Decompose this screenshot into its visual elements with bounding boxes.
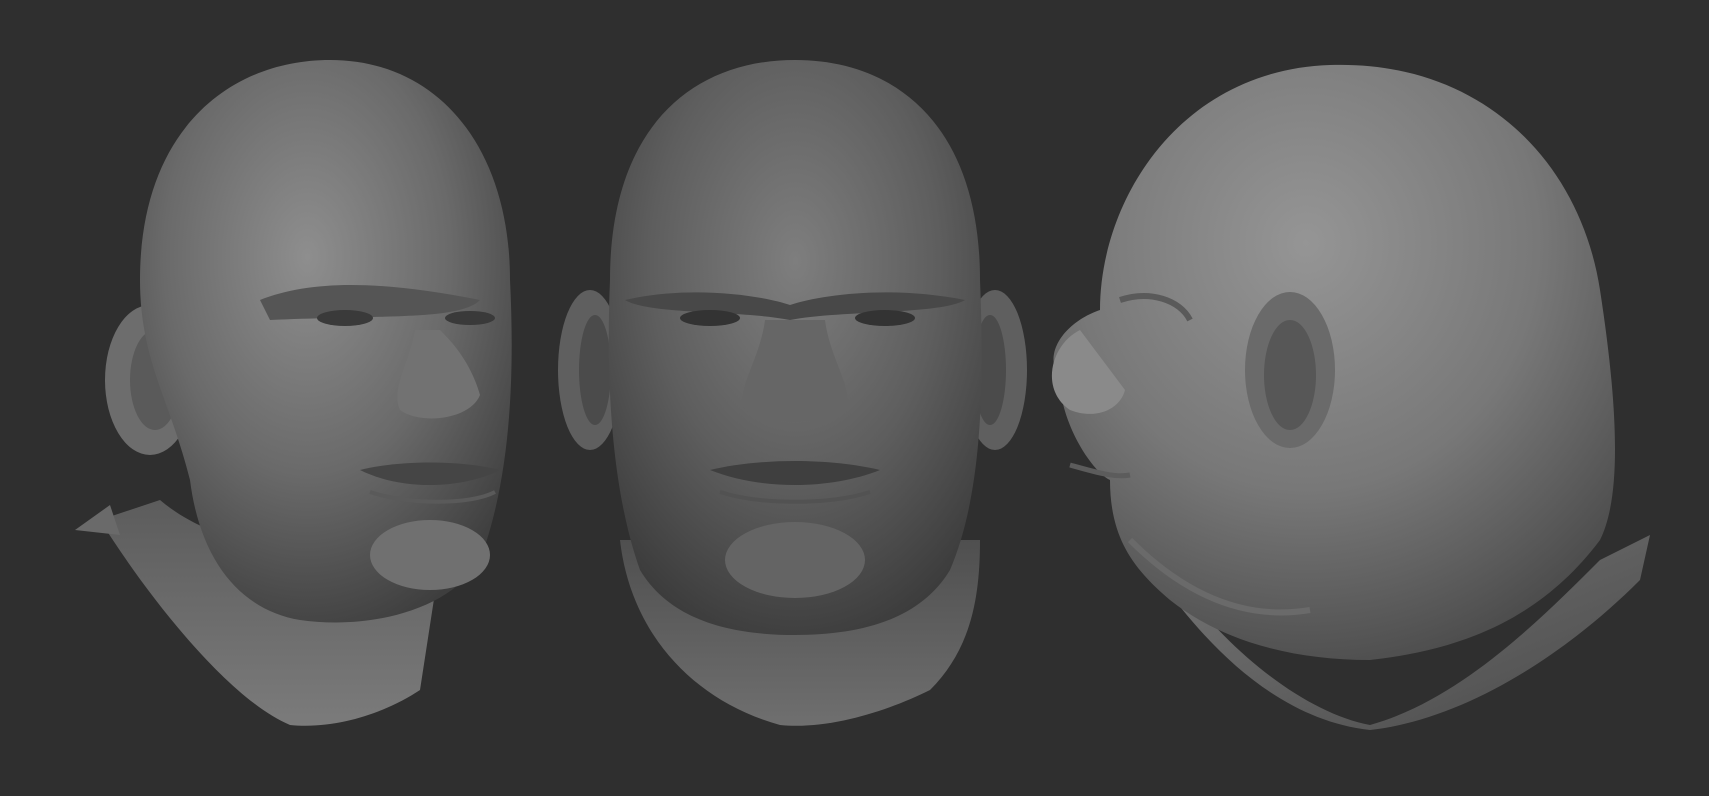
sculpt-render-canvas (0, 0, 1709, 796)
head-side-view (1040, 0, 1680, 796)
head-front-view (540, 0, 1060, 796)
head-three-quarter-icon (75, 60, 512, 726)
head-three-quarter-view (40, 0, 560, 796)
head-front-icon (558, 60, 1027, 726)
head-profile-icon (1051, 64, 1650, 730)
